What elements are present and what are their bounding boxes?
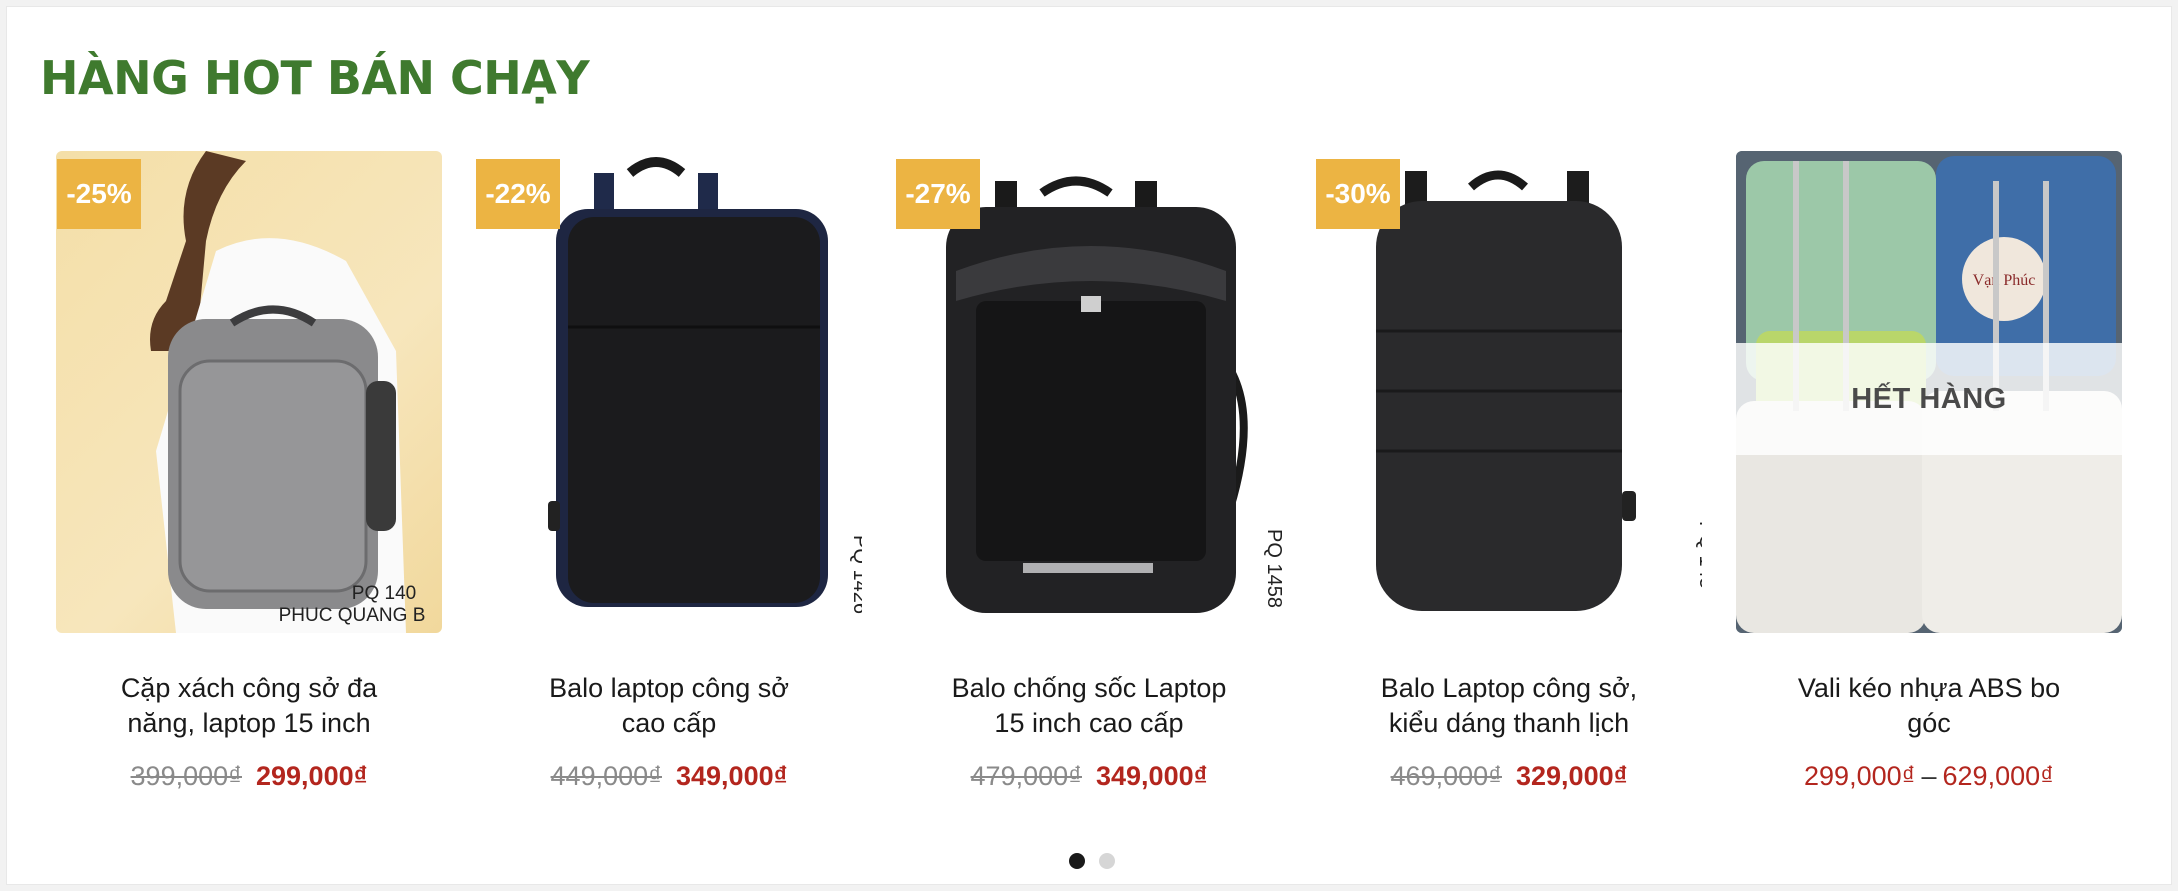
- sale-price: 299,000₫: [256, 761, 368, 791]
- sku-label: PQ 140: [352, 583, 416, 604]
- product-card[interactable]: PQ 1426 -22% Balo laptop công sở cao cấp…: [476, 151, 862, 851]
- pagination-dot-1[interactable]: [1069, 853, 1085, 869]
- product-name[interactable]: Vali kéo nhựa ABS bo góc: [1736, 671, 2122, 741]
- section-title: HÀNG HOT BÁN CHẠY: [40, 51, 590, 105]
- pagination-dot-2[interactable]: [1099, 853, 1115, 869]
- old-price: 449,000₫: [550, 761, 662, 791]
- sale-price: 329,000₫: [1516, 761, 1628, 791]
- product-card[interactable]: PQ 1458 -27% Balo chống sốc Laptop 15 in…: [896, 151, 1282, 851]
- product-price-range: 299,000₫ –629,000₫: [1736, 761, 2122, 792]
- sku-label: PQ 1426: [849, 535, 862, 614]
- product-image[interactable]: PQ 1426 -22%: [476, 151, 862, 633]
- price-separator: –: [1921, 761, 1937, 791]
- old-price: 479,000₫: [970, 761, 1082, 791]
- sale-price: 349,000₫: [676, 761, 788, 791]
- product-name[interactable]: Balo chống sốc Laptop 15 inch cao cấp: [896, 671, 1282, 741]
- out-of-stock-label: HẾT HÀNG: [1736, 343, 2122, 455]
- old-price: 399,000₫: [130, 761, 242, 791]
- watermark-label: PHUC QUANG B: [279, 605, 426, 626]
- price-max: 629,000₫: [1942, 761, 2054, 791]
- product-name[interactable]: Cặp xách công sở đa năng, laptop 15 inch: [56, 671, 442, 741]
- sku-label: PQ 1458: [1263, 529, 1282, 608]
- product-card[interactable]: PQ 145 -30% Balo Laptop công sở, kiểu dá…: [1316, 151, 1702, 851]
- product-price: 479,000₫ 349,000₫: [896, 761, 1282, 792]
- product-name[interactable]: Balo laptop công sở cao cấp: [476, 671, 862, 741]
- product-price: 449,000₫ 349,000₫: [476, 761, 862, 792]
- discount-badge: -27%: [896, 159, 980, 229]
- discount-badge: -30%: [1316, 159, 1400, 229]
- sale-price: 349,000₫: [1096, 761, 1208, 791]
- discount-badge: -22%: [476, 159, 560, 229]
- product-image[interactable]: PQ 1458 -27%: [896, 151, 1282, 633]
- product-card[interactable]: Vạn Phúc HẾT HÀNG Vali kéo nhựa ABS bo g…: [1736, 151, 2122, 851]
- product-price: 399,000₫ 299,000₫: [56, 761, 442, 792]
- product-name[interactable]: Balo Laptop công sở, kiểu dáng thanh lịc…: [1316, 671, 1702, 741]
- product-image[interactable]: PQ 140 PHUC QUANG B -25%: [56, 151, 442, 633]
- product-price: 469,000₫ 329,000₫: [1316, 761, 1702, 792]
- old-price: 469,000₫: [1390, 761, 1502, 791]
- product-card[interactable]: PQ 140 PHUC QUANG B -25% Cặp xách công s…: [56, 151, 442, 851]
- sku-label: PQ 145: [1695, 521, 1702, 589]
- hot-products-section: HÀNG HOT BÁN CHẠY PQ 140 PHUC QUANG B -2…: [6, 6, 2172, 885]
- shop-sticker: Vạn Phúc: [1973, 272, 2036, 289]
- discount-badge: -25%: [57, 159, 141, 229]
- carousel-pagination: [1069, 853, 1115, 869]
- price-min: 299,000₫: [1804, 761, 1916, 791]
- product-image[interactable]: Vạn Phúc HẾT HÀNG: [1736, 151, 2122, 633]
- product-image[interactable]: PQ 145 -30%: [1316, 151, 1702, 633]
